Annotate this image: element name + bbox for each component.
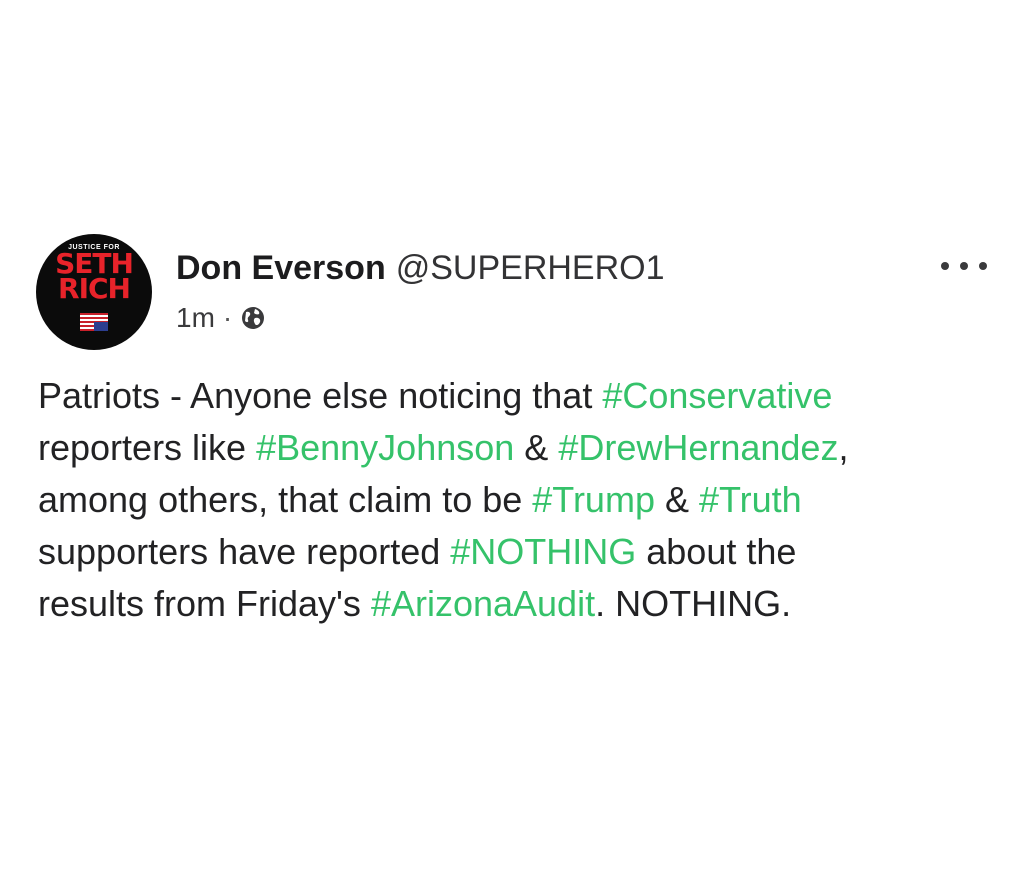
hashtag-link[interactable]: #ArizonaAudit [371, 583, 595, 624]
globe-icon [242, 307, 265, 329]
post-time[interactable]: 1m [176, 300, 215, 336]
post-text: . NOTHING. [595, 583, 792, 624]
post-text: results from Friday's [38, 583, 371, 624]
post-text: about the [636, 531, 797, 572]
post-body: Patriots - Anyone else noticing that #Co… [38, 370, 998, 630]
more-dot [941, 262, 949, 270]
post-meta: 1m · [176, 300, 266, 336]
avatar-title: SETH RICH [36, 250, 152, 305]
hashtag-link[interactable]: #Conservative [602, 375, 832, 416]
post-line: reporters like #BennyJohnson & #DrewHern… [38, 422, 998, 474]
meta-separator: · [222, 302, 233, 333]
hashtag-link[interactable]: #Truth [699, 479, 802, 520]
post-line: Patriots - Anyone else noticing that #Co… [38, 370, 998, 422]
post-line: among others, that claim to be #Trump & … [38, 474, 998, 526]
more-dot [960, 262, 968, 270]
hashtag-link[interactable]: #BennyJohnson [256, 427, 514, 468]
more-options-icon[interactable] [941, 254, 987, 278]
author-handle[interactable]: @SUPERHERO1 [396, 249, 665, 287]
author-row: Don Everson @SUPERHERO1 [176, 248, 665, 288]
post-card: JUSTICE FOR SETH RICH Don Everson @SUPERH… [0, 0, 1024, 886]
more-dot [979, 262, 987, 270]
post-line: results from Friday's #ArizonaAudit. NOT… [38, 578, 998, 630]
post-text: supporters have reported [38, 531, 451, 572]
post-text: among others, that claim to be [38, 479, 533, 520]
avatar-line-2: RICH [58, 272, 131, 305]
post-line: supporters have reported #NOTHING about … [38, 526, 998, 578]
hashtag-link[interactable]: #Trump [532, 479, 655, 520]
us-flag-upside-down-icon [80, 313, 108, 331]
author-name[interactable]: Don Everson [176, 249, 386, 287]
hashtag-link[interactable]: #NOTHING [450, 531, 636, 572]
hashtag-link[interactable]: #DrewHernandez [558, 427, 838, 468]
post-text: & [514, 427, 559, 468]
post-text: & [654, 479, 699, 520]
post-text: , [838, 427, 849, 468]
post-text: Patriots - Anyone else noticing that [38, 375, 603, 416]
post-text: reporters like [38, 427, 257, 468]
avatar[interactable]: JUSTICE FOR SETH RICH [36, 234, 152, 350]
